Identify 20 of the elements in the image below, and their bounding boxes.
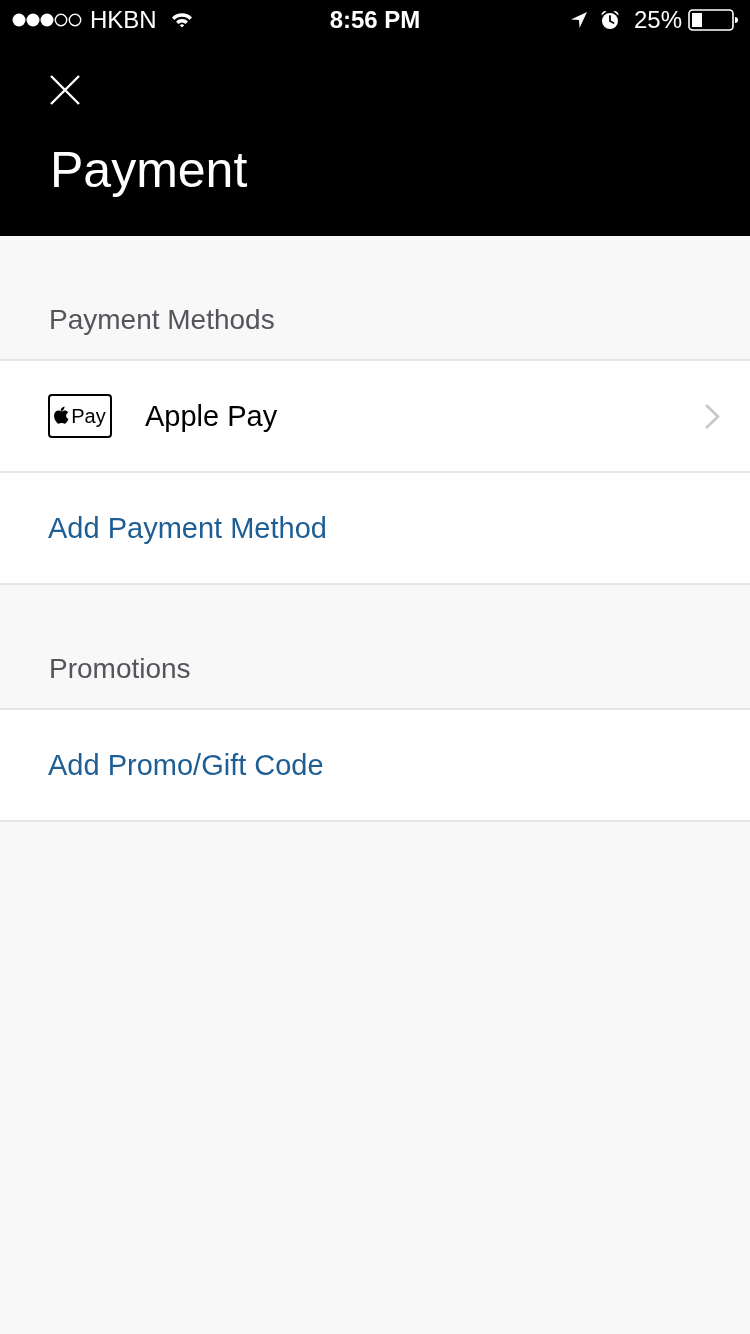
method-name: Apple Pay [145, 399, 279, 433]
battery-percentage: 25% [633, 6, 682, 34]
battery-icon [688, 9, 738, 31]
badge-text: Pay [71, 405, 106, 427]
page-title: Payment [50, 141, 248, 200]
close-button[interactable] [50, 75, 80, 105]
carrier-name: HKBN [90, 6, 157, 34]
signal-icon [12, 13, 82, 27]
alarm-clock-icon [599, 10, 620, 30]
apple-icon [54, 406, 70, 424]
action-row[interactable]: Add Payment Method [0, 473, 750, 585]
wifi-icon [170, 12, 193, 28]
chevron-right-icon [704, 402, 720, 430]
section-heading: Promotions [49, 652, 192, 686]
status-time: 8:56 PM [329, 6, 421, 34]
close-icon [50, 75, 80, 105]
section-heading: Payment Methods [49, 303, 276, 337]
action-row[interactable]: Add Promo/Gift Code [0, 710, 750, 822]
payment-method-row[interactable]: Pay Apple Pay [0, 361, 750, 473]
location-arrow-icon [569, 11, 588, 29]
